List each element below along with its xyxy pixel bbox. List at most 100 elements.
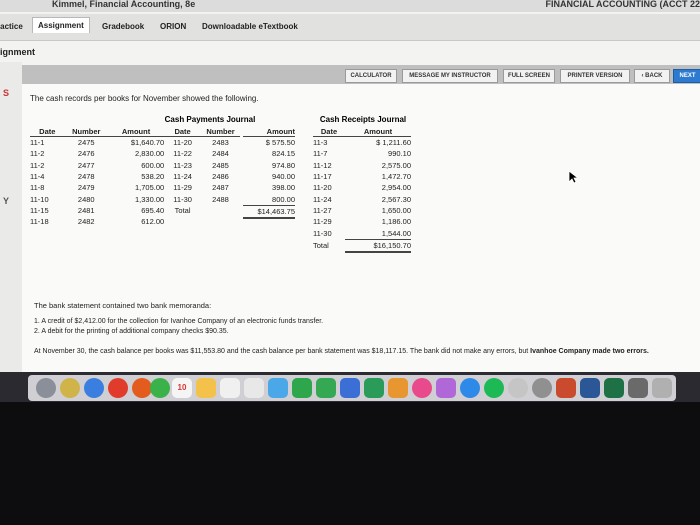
col-header: Amount bbox=[243, 126, 295, 137]
tab-etextbook[interactable]: Downloadable eTextbook bbox=[197, 19, 303, 34]
balance-text: At November 30, the cash balance per boo… bbox=[34, 348, 529, 355]
cell: 11-29 bbox=[173, 183, 192, 193]
col-header: Date bbox=[30, 126, 65, 137]
section-title: ignment bbox=[0, 47, 35, 57]
cell: 11-8 bbox=[30, 183, 45, 193]
table-row: 974.80 bbox=[243, 160, 295, 171]
table-row: 11-29 1,186.00 bbox=[313, 216, 411, 227]
cash-payments-right-amounts: Amount $ 575.50 824.15 974.80 940.00 398… bbox=[243, 126, 295, 220]
col-header: Number bbox=[64, 126, 108, 137]
cell: 974.80 bbox=[272, 160, 295, 170]
cell: 11-7 bbox=[313, 149, 328, 159]
books-icon[interactable] bbox=[436, 378, 456, 398]
table-row: 11-30 1,544.00 bbox=[313, 227, 411, 240]
itunes-icon[interactable] bbox=[412, 378, 432, 398]
word-icon[interactable] bbox=[580, 378, 600, 398]
table-row: 11-24 2,567.30 bbox=[313, 193, 411, 204]
facetime-icon[interactable] bbox=[316, 378, 336, 398]
cell: 600.00 bbox=[141, 160, 165, 170]
numbers-icon[interactable] bbox=[364, 378, 384, 398]
cell: 2481 bbox=[77, 205, 95, 215]
course-title: FINANCIAL ACCOUNTING (ACCT 22 bbox=[545, 0, 700, 9]
maps-icon[interactable] bbox=[268, 378, 288, 398]
trash-icon[interactable] bbox=[652, 378, 672, 398]
cell: 990.10 bbox=[388, 149, 411, 159]
keynote-icon[interactable] bbox=[340, 378, 360, 398]
opera-icon[interactable] bbox=[108, 378, 128, 398]
cell: 11-2 bbox=[30, 160, 45, 170]
tab-practice[interactable]: ractice bbox=[0, 19, 28, 34]
cell bbox=[201, 205, 240, 216]
cell: 2487 bbox=[212, 183, 229, 193]
table-row: 11-8 2479 1,705.00 11-29 2487 bbox=[30, 182, 240, 193]
table-row: 11-7 990.10 bbox=[313, 148, 411, 159]
notes-icon[interactable] bbox=[220, 378, 240, 398]
messages-icon[interactable] bbox=[292, 378, 312, 398]
col-header: Amount bbox=[345, 126, 411, 137]
table-row: 824.15 bbox=[243, 148, 295, 159]
folder-icon[interactable] bbox=[628, 378, 648, 398]
printer-version-button[interactable]: PRINTER VERSION bbox=[560, 69, 630, 83]
cell: $ 575.50 bbox=[265, 138, 295, 148]
cell: 1,650.00 bbox=[381, 205, 411, 215]
excel-icon[interactable] bbox=[604, 378, 624, 398]
cell: 11-30 bbox=[173, 194, 192, 204]
finder-icon[interactable] bbox=[36, 378, 56, 398]
tab-gradebook[interactable]: Gradebook bbox=[97, 19, 149, 34]
window-titlebar: Kimmel, Financial Accounting, 8e FINANCI… bbox=[0, 0, 700, 12]
cash-receipts-title: Cash Receipts Journal bbox=[319, 115, 407, 124]
spotify-icon[interactable] bbox=[484, 378, 504, 398]
launchpad-icon[interactable] bbox=[60, 378, 80, 398]
sidebar-letter: S bbox=[3, 88, 10, 98]
cell: 11-24 bbox=[173, 172, 192, 182]
firefox-icon[interactable] bbox=[132, 378, 152, 398]
cell: 2480 bbox=[77, 194, 95, 204]
total-cell: $16,150.70 bbox=[345, 239, 411, 253]
cell: 2,830.00 bbox=[135, 149, 165, 159]
table-row: 11-27 1,650.00 bbox=[313, 205, 411, 216]
calculator-button[interactable]: CALCULATOR bbox=[345, 69, 397, 83]
cell: 2486 bbox=[212, 172, 229, 182]
question-intro: The cash records per books for November … bbox=[30, 94, 259, 103]
app-store-icon[interactable] bbox=[460, 378, 480, 398]
cell: 11-20 bbox=[173, 138, 192, 148]
tab-orion[interactable]: ORION bbox=[155, 19, 191, 34]
table-row: 11-3 $ 1,211.60 bbox=[313, 137, 411, 149]
photos-icon[interactable] bbox=[196, 378, 216, 398]
table-row: 11-1 2475 $1,640.70 11-20 2483 bbox=[30, 137, 240, 149]
cell: 11-12 bbox=[313, 160, 332, 170]
balance-bold-text: Ivanhoe Company made two errors. bbox=[530, 348, 649, 355]
calendar-icon[interactable]: 10 bbox=[172, 378, 192, 398]
pages-icon[interactable] bbox=[388, 378, 408, 398]
system-preferences-icon[interactable] bbox=[532, 378, 552, 398]
table-row: 11-4 2478 538.20 11-24 2486 bbox=[30, 171, 240, 182]
back-button[interactable]: ‹ BACK bbox=[634, 69, 670, 83]
left-sidebar: S Y bbox=[0, 62, 22, 372]
full-screen-button[interactable]: FULL SCREEN bbox=[503, 69, 555, 83]
cell: 11-4 bbox=[30, 172, 45, 182]
col-header: Date bbox=[313, 126, 345, 137]
course-nav: ractice Assignment Gradebook ORION Downl… bbox=[0, 14, 700, 41]
table-row: $ 575.50 bbox=[243, 137, 295, 149]
cell: 11-3 bbox=[313, 138, 328, 148]
memo-item: 1. A credit of $2,412.00 for the collect… bbox=[34, 318, 324, 325]
table-row: $14,463.75 bbox=[243, 205, 295, 220]
cell: 11-23 bbox=[173, 160, 192, 170]
music-icon[interactable] bbox=[508, 378, 528, 398]
cell: 11-15 bbox=[30, 205, 49, 215]
reminders-icon[interactable] bbox=[244, 378, 264, 398]
safari-icon[interactable] bbox=[84, 378, 104, 398]
cell: 11-24 bbox=[313, 194, 332, 204]
tab-assignment[interactable]: Assignment bbox=[32, 17, 90, 33]
chrome-icon[interactable] bbox=[150, 378, 170, 398]
message-instructor-button[interactable]: MESSAGE MY INSTRUCTOR bbox=[402, 69, 498, 83]
cell: 11-18 bbox=[30, 217, 49, 227]
powerpoint-icon[interactable] bbox=[556, 378, 576, 398]
next-button[interactable]: NEXT bbox=[673, 69, 700, 83]
cell: 2,575.00 bbox=[381, 160, 411, 170]
cell: 398.00 bbox=[272, 183, 295, 193]
cell: 11-22 bbox=[173, 149, 192, 159]
cell: 11-27 bbox=[313, 205, 332, 215]
cell: $ 1,211.60 bbox=[376, 138, 411, 148]
cell: 11-30 bbox=[313, 228, 332, 238]
